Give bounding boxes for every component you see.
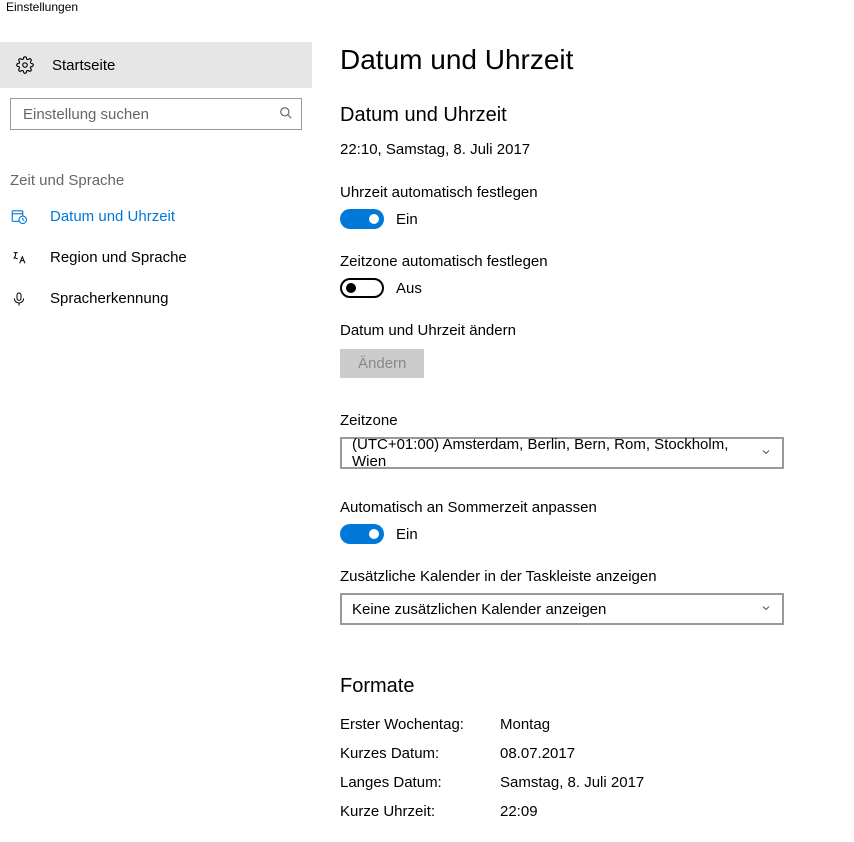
format-row-long-date: Langes Datum: Samstag, 8. Juli 2017 <box>340 774 812 791</box>
sidebar-item-label: Region und Sprache <box>50 249 187 266</box>
page-title: Datum und Uhrzeit <box>340 44 812 76</box>
auto-timezone-toggle[interactable] <box>340 278 384 298</box>
section-heading-datetime: Datum und Uhrzeit <box>340 104 812 127</box>
sidebar-section-label: Zeit und Sprache <box>0 130 312 195</box>
chevron-down-icon <box>760 602 772 617</box>
sidebar-home[interactable]: Startseite <box>0 42 312 88</box>
extra-calendars-value: Keine zusätzlichen Kalender anzeigen <box>352 601 606 618</box>
timezone-label: Zeitzone <box>340 412 812 429</box>
auto-time-toggle[interactable] <box>340 209 384 229</box>
sidebar-item-speech[interactable]: Spracherkennung <box>0 278 312 319</box>
auto-time-label: Uhrzeit automatisch festlegen <box>340 184 812 201</box>
format-value: Samstag, 8. Juli 2017 <box>500 774 644 791</box>
search-icon <box>279 106 293 123</box>
auto-timezone-state: Aus <box>396 280 422 297</box>
format-row-short-date: Kurzes Datum: 08.07.2017 <box>340 745 812 762</box>
format-label: Kurze Uhrzeit: <box>340 803 500 820</box>
sidebar-item-region-language[interactable]: Region und Sprache <box>0 237 312 278</box>
change-datetime-button[interactable]: Ändern <box>340 349 424 378</box>
dst-toggle[interactable] <box>340 524 384 544</box>
gear-icon <box>16 56 34 74</box>
calendar-clock-icon <box>10 207 28 225</box>
search-input[interactable] <box>21 105 279 124</box>
format-value: 08.07.2017 <box>500 745 575 762</box>
settings-search-box[interactable] <box>10 98 302 130</box>
section-heading-formats: Formate <box>340 675 812 698</box>
language-icon <box>10 250 28 266</box>
current-datetime: 22:10, Samstag, 8. Juli 2017 <box>340 141 812 158</box>
format-label: Kurzes Datum: <box>340 745 500 762</box>
timezone-dropdown[interactable]: (UTC+01:00) Amsterdam, Berlin, Bern, Rom… <box>340 437 784 469</box>
microphone-icon <box>10 291 28 307</box>
auto-time-state: Ein <box>396 211 418 228</box>
dst-label: Automatisch an Sommerzeit anpassen <box>340 499 812 516</box>
main-content: Datum und Uhrzeit Datum und Uhrzeit 22:1… <box>312 18 812 832</box>
format-value: 22:09 <box>500 803 538 820</box>
change-datetime-label: Datum und Uhrzeit ändern <box>340 322 812 339</box>
sidebar-home-label: Startseite <box>52 57 115 74</box>
format-row-short-time: Kurze Uhrzeit: 22:09 <box>340 803 812 820</box>
dst-state: Ein <box>396 526 418 543</box>
format-row-first-day: Erster Wochentag: Montag <box>340 716 812 733</box>
format-label: Erster Wochentag: <box>340 716 500 733</box>
chevron-down-icon <box>760 446 772 461</box>
sidebar-item-label: Datum und Uhrzeit <box>50 208 175 225</box>
sidebar-item-date-time[interactable]: Datum und Uhrzeit <box>0 195 312 237</box>
extra-calendars-label: Zusätzliche Kalender in der Taskleiste a… <box>340 568 812 585</box>
extra-calendars-dropdown[interactable]: Keine zusätzlichen Kalender anzeigen <box>340 593 784 625</box>
format-value: Montag <box>500 716 550 733</box>
format-label: Langes Datum: <box>340 774 500 791</box>
sidebar-item-label: Spracherkennung <box>50 290 168 307</box>
window-title: Einstellungen <box>0 0 854 18</box>
settings-sidebar: Startseite Zeit und Sprache Datum und <box>0 18 312 832</box>
timezone-value: (UTC+01:00) Amsterdam, Berlin, Bern, Rom… <box>352 436 760 470</box>
auto-timezone-label: Zeitzone automatisch festlegen <box>340 253 812 270</box>
